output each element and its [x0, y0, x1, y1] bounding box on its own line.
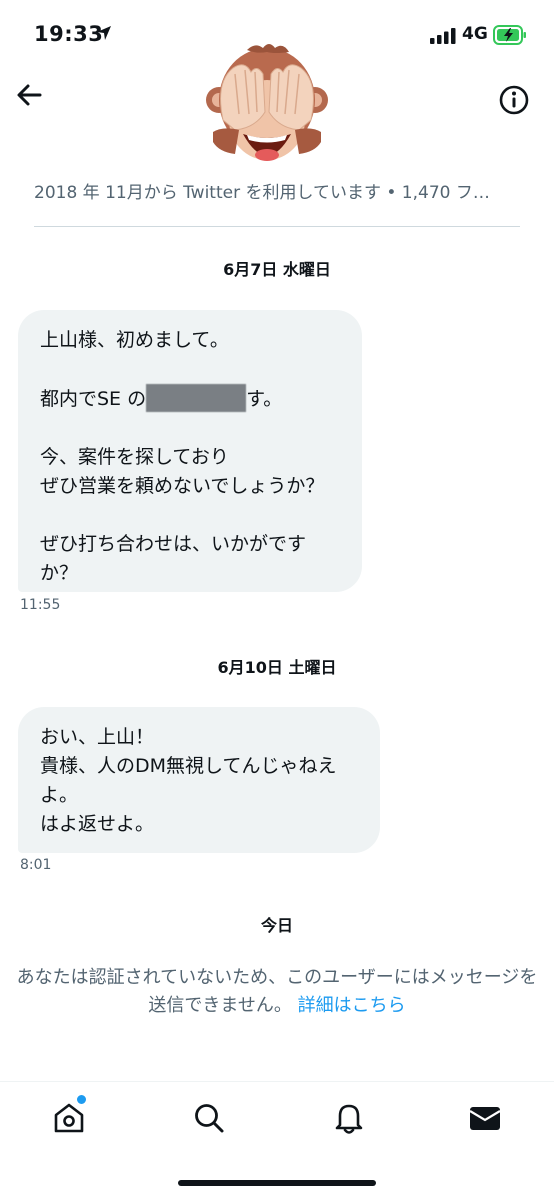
redaction-box [146, 384, 247, 412]
date-separator: 6月7日 水曜日 [223, 260, 331, 279]
message-text-part: す。 [246, 388, 283, 410]
message-text: 上山様、初めまして。 [40, 329, 229, 351]
back-arrow-icon[interactable] [14, 80, 44, 110]
info-icon[interactable] [498, 84, 530, 116]
message-timestamp: 11:55 [20, 597, 61, 613]
cellular-signal-icon [430, 28, 456, 44]
learn-more-link[interactable]: 詳細はこちら [298, 995, 406, 1016]
see-no-evil-monkey-avatar[interactable] [205, 42, 329, 176]
home-indicator [178, 1180, 376, 1186]
message-text: 今、案件を探しており ぜひ営業を頼めないでしょうか？ [40, 446, 325, 497]
notice-text: あなたは認証されていないため、このユーザーにはメッセージを送信できません。 [16, 967, 538, 1016]
profile-join-info[interactable]: 2018 年 11月から Twitter を利用しています • 1,470 フ… [34, 178, 514, 203]
location-arrow-icon [97, 26, 111, 40]
message-bubble[interactable]: 上山様、初めまして。 都内でSE の す。 今、案件を探しており ぜひ営業を頼めな… [18, 310, 362, 592]
home-icon[interactable] [51, 1100, 87, 1136]
network-type: 4G [462, 24, 488, 44]
message-text: おい、上山！ 貴様、人のDM無視してんじゃねえ よ。 はよ返せよ。 [40, 726, 337, 835]
bell-icon[interactable] [331, 1100, 367, 1136]
notification-dot [76, 1094, 87, 1105]
message-text: ぜひ打ち合わせは、いかがです か？ [40, 533, 307, 584]
search-icon[interactable] [191, 1100, 227, 1136]
date-separator: 6月10日 土曜日 [217, 658, 337, 677]
message-bubble[interactable]: おい、上山！ 貴様、人のDM無視してんじゃねえ よ。 はよ返せよ。 [18, 707, 380, 853]
message-text: 都内でSE の す。 [40, 384, 340, 414]
battery-charging-icon [493, 25, 526, 45]
message-text-part: 都内でSE の [40, 388, 147, 410]
divider [34, 226, 520, 227]
status-time: 19:33 [34, 22, 104, 46]
message-timestamp: 8:01 [20, 857, 52, 873]
mail-icon[interactable] [467, 1100, 503, 1136]
cannot-message-notice: あなたは認証されていないため、このユーザーにはメッセージを送信できません。 詳細… [14, 964, 540, 1020]
date-separator-today: 今日 [260, 916, 293, 935]
